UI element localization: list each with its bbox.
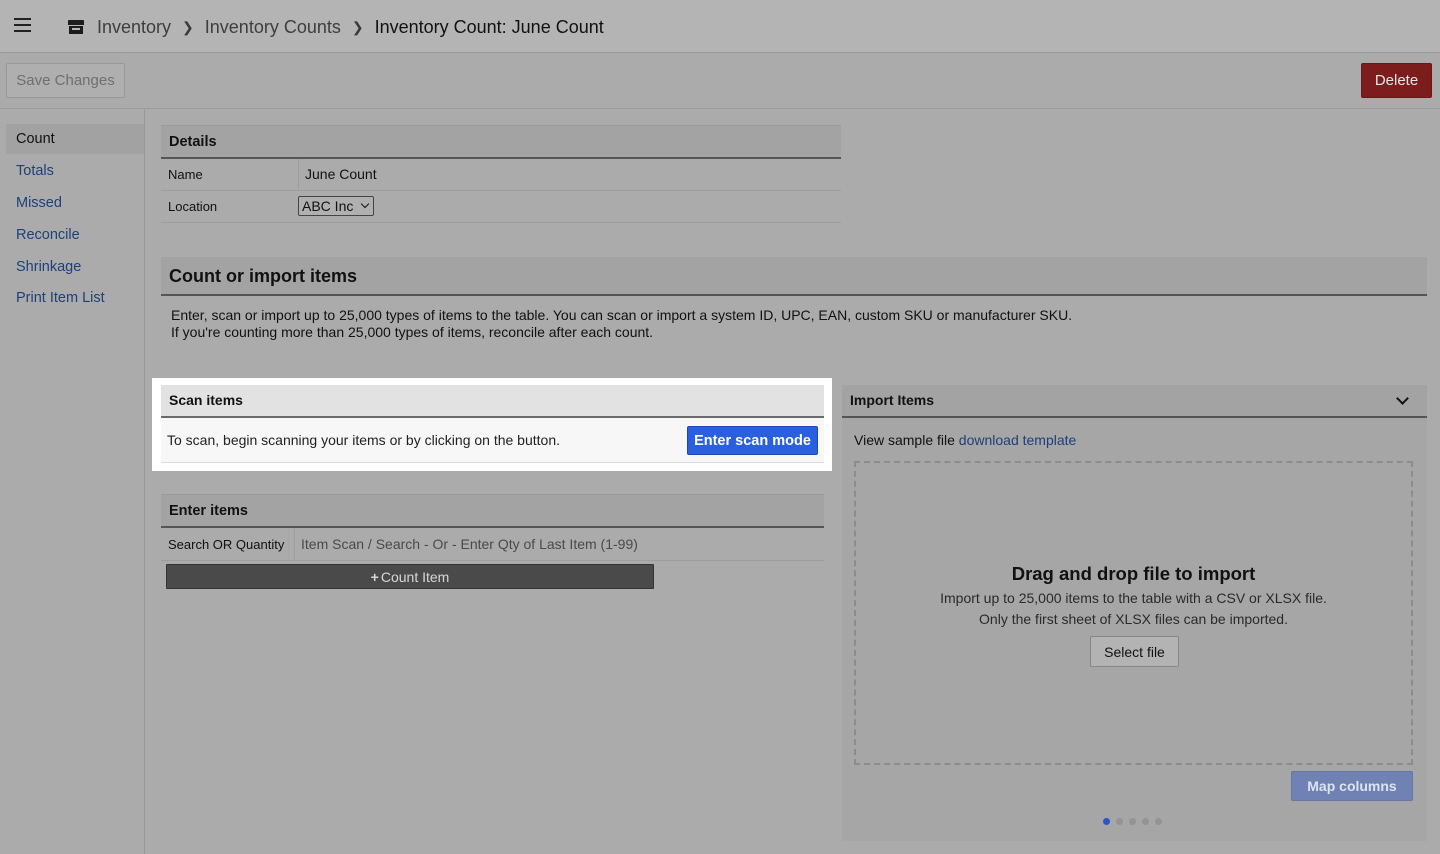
sidebar-item-print-item-list[interactable]: Print Item List: [6, 283, 144, 313]
step-dot-5[interactable]: [1155, 818, 1162, 825]
chevron-right-icon: ❯: [182, 18, 194, 35]
file-dropzone[interactable]: Drag and drop file to import Import up t…: [854, 461, 1413, 765]
store-icon: [68, 20, 84, 34]
scan-items-row: To scan, begin scanning your items or by…: [161, 418, 824, 463]
cell-divider: [298, 159, 299, 190]
description-line-1: Enter, scan or import up to 25,000 types…: [171, 307, 1073, 323]
chevron-down-icon: [361, 199, 370, 209]
details-name-row: Name June Count: [161, 159, 841, 191]
delete-button[interactable]: Delete: [1361, 63, 1432, 98]
scan-items-header: Scan items: [161, 385, 824, 418]
details-header: Details: [161, 125, 841, 159]
count-import-description: Enter, scan or import up to 25,000 types…: [171, 307, 1072, 341]
breadcrumb: Inventory ❯ Inventory Counts ❯ Inventory…: [68, 14, 604, 40]
map-columns-button[interactable]: Map columns: [1291, 771, 1413, 801]
location-select-value: ABC Inc: [302, 198, 354, 214]
enter-items-row: Search OR Quantity: [161, 528, 824, 561]
dropzone-line-2: Only the first sheet of XLSX files can b…: [979, 611, 1288, 627]
breadcrumb-inventory-counts[interactable]: Inventory Counts: [205, 17, 341, 38]
count-item-label: Count Item: [380, 568, 450, 585]
top-bar: Inventory ❯ Inventory Counts ❯ Inventory…: [0, 0, 1440, 53]
breadcrumb-inventory[interactable]: Inventory: [97, 17, 171, 38]
select-file-button[interactable]: Select file: [1090, 636, 1179, 667]
description-line-2: If you're counting more than 25,000 type…: [171, 324, 654, 340]
sidebar: Count Totals Missed Reconcile Shrinkage …: [0, 109, 145, 854]
sidebar-item-reconcile[interactable]: Reconcile: [6, 220, 144, 250]
save-changes-button[interactable]: Save Changes: [6, 63, 125, 98]
chevron-down-icon[interactable]: [1396, 392, 1409, 405]
count-item-button[interactable]: + Count Item: [166, 564, 654, 589]
scan-items-panel: Scan items To scan, begin scanning your …: [152, 378, 832, 471]
search-quantity-label: Search OR Quantity: [168, 537, 285, 552]
enter-scan-mode-button[interactable]: Enter scan mode: [687, 426, 818, 455]
name-field[interactable]: June Count: [305, 159, 377, 190]
import-items-title: Import Items: [850, 392, 935, 408]
import-items-header[interactable]: Import Items: [842, 385, 1427, 418]
step-dot-2[interactable]: [1116, 818, 1123, 825]
step-dot-4[interactable]: [1142, 818, 1149, 825]
scan-instructions: To scan, begin scanning your items or by…: [167, 432, 560, 448]
details-location-row: Location ABC Inc: [161, 191, 841, 223]
sidebar-item-count[interactable]: Count: [6, 124, 144, 154]
menu-icon[interactable]: [14, 18, 31, 32]
import-items-panel: Import Items View sample file download t…: [842, 385, 1427, 841]
step-dot-3[interactable]: [1129, 818, 1136, 825]
sidebar-item-shrinkage[interactable]: Shrinkage: [6, 252, 144, 282]
enter-items-header: Enter items: [161, 494, 824, 528]
count-import-header: Count or import items: [161, 257, 1427, 296]
step-dot-1[interactable]: [1103, 818, 1110, 825]
dropzone-title: Drag and drop file to import: [1011, 563, 1256, 584]
plus-icon: +: [370, 568, 379, 585]
sample-file-text: View sample file download template: [854, 432, 1076, 448]
search-input[interactable]: [295, 528, 824, 560]
dropzone-line-1: Import up to 25,000 items to the table w…: [940, 590, 1327, 606]
page-title: Inventory Count: June Count: [374, 16, 604, 37]
sidebar-item-missed[interactable]: Missed: [6, 188, 144, 218]
chevron-right-icon: ❯: [351, 18, 364, 35]
sample-file-prefix: View sample file: [854, 432, 959, 448]
sidebar-item-totals[interactable]: Totals: [6, 156, 144, 186]
name-label: Name: [168, 167, 203, 182]
location-label: Location: [168, 199, 218, 214]
step-indicator: [1103, 818, 1168, 825]
download-template-link[interactable]: download template: [959, 432, 1077, 448]
toolbar: Save Changes Delete: [0, 53, 1440, 109]
location-select[interactable]: ABC Inc: [298, 196, 375, 216]
